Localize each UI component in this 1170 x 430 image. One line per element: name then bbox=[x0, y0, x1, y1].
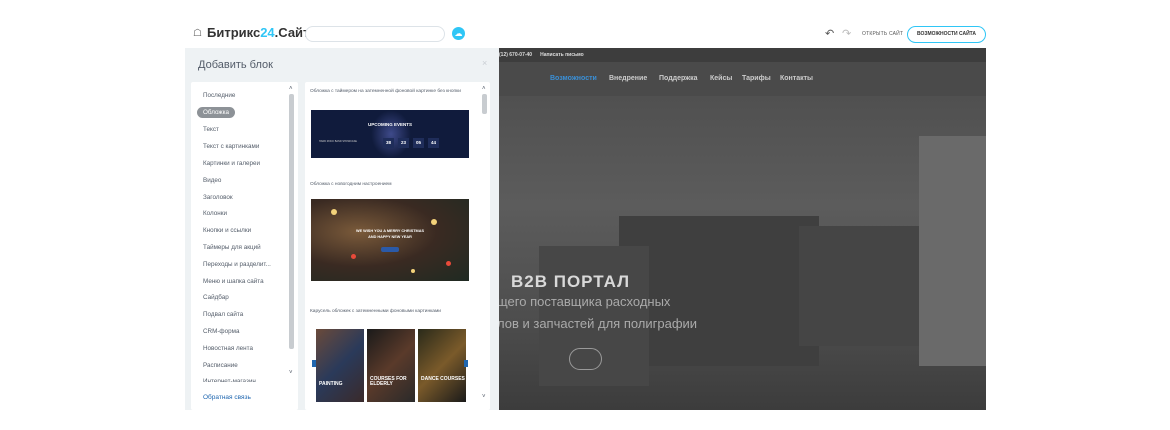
thumb-line2: AND HAPPY NEW YEAR bbox=[368, 235, 412, 239]
carousel-card-label: PAINTING bbox=[319, 381, 343, 387]
site-preview: (12) 670-07-40 Написать письмо Возможност… bbox=[499, 48, 986, 410]
preview-nav-item: Кейсы bbox=[710, 75, 733, 82]
thumb-line1: WE WISH YOU A MERRY CHRISTMAS bbox=[356, 229, 424, 233]
carousel-card-label: COURSES FOR ELDERLY bbox=[370, 376, 407, 387]
category-item[interactable]: Картинки и галереи bbox=[203, 160, 260, 167]
hero-title: B2B ПОРТАЛ bbox=[511, 272, 631, 291]
close-icon[interactable]: × bbox=[482, 58, 487, 68]
thumbnail-glow bbox=[371, 110, 411, 158]
category-item[interactable]: Заголовок bbox=[203, 194, 233, 201]
category-item[interactable]: Текст bbox=[203, 126, 219, 133]
category-item[interactable]: Таймеры для акций bbox=[203, 244, 261, 251]
category-item[interactable]: Интернет-магазин bbox=[203, 378, 256, 382]
preview-nav-item: Возможности bbox=[550, 75, 597, 82]
preview-nav-item: Тарифы bbox=[742, 75, 771, 82]
block-label: Обложка с новогодним настроением bbox=[310, 182, 392, 187]
hero-subtitle-line2: лов и запчастей для полиграфии bbox=[499, 316, 698, 331]
top-bar: ☖ Битрикс24.Сайты ☁ ↶ ↷ ОТКРЫТЬ САЙТ ВОЗ… bbox=[0, 0, 1170, 48]
search-input[interactable] bbox=[305, 26, 445, 42]
light-dot bbox=[431, 219, 437, 225]
preview-nav-item: Поддержка bbox=[659, 75, 698, 82]
category-item[interactable]: Видео bbox=[203, 177, 221, 184]
countdown-cell: 44 bbox=[428, 138, 439, 148]
light-dot bbox=[331, 209, 337, 215]
carousel-card: PAINTING bbox=[316, 329, 364, 402]
category-scrollbar[interactable] bbox=[289, 94, 294, 349]
hero-button bbox=[569, 348, 602, 370]
category-item[interactable]: Новостная лента bbox=[203, 345, 253, 352]
thumb-title: UPCOMING EVENTS bbox=[367, 122, 412, 127]
carousel-card: DANCE COURSES bbox=[418, 329, 466, 402]
light-dot bbox=[446, 261, 451, 266]
preview-nav: Возможности Внедрение Поддержка Кейсы Та… bbox=[499, 62, 986, 96]
hero-machine-image bbox=[799, 226, 939, 346]
hero-subtitle-line1: щего поставщика расходных bbox=[499, 294, 671, 309]
light-dot bbox=[351, 254, 356, 259]
scroll-up-icon[interactable]: ˄ bbox=[482, 86, 486, 92]
thumb-small-text: HARD ROCK BAND SHOWCASE bbox=[319, 140, 357, 143]
category-item[interactable]: Подвал сайта bbox=[203, 311, 243, 318]
category-item[interactable]: Переходы и разделит... bbox=[203, 261, 271, 268]
scroll-down-icon[interactable]: ˅ bbox=[289, 370, 293, 376]
category-item[interactable]: Сайдбар bbox=[203, 294, 229, 301]
redo-icon[interactable]: ↷ bbox=[842, 27, 851, 40]
category-item[interactable]: Текст с картинками bbox=[203, 143, 259, 150]
thumb-button bbox=[381, 247, 399, 252]
light-dot bbox=[411, 269, 415, 273]
block-thumbnail-carousel[interactable]: PAINTING COURSES FOR ELDERLY DANCE COURS… bbox=[311, 318, 469, 410]
feedback-link[interactable]: Обратная связь bbox=[203, 394, 251, 401]
category-item[interactable]: Колонки bbox=[203, 210, 227, 217]
category-item[interactable]: Кнопки и ссылки bbox=[203, 227, 251, 234]
category-item-active[interactable]: Обложка bbox=[197, 107, 236, 118]
home-icon[interactable]: ☖ bbox=[193, 28, 202, 39]
block-label: Карусель обложек с затемненными фоновыми… bbox=[310, 309, 441, 314]
countdown-cell: 38 bbox=[383, 138, 394, 148]
block-scrollbar[interactable] bbox=[482, 94, 487, 114]
category-item[interactable]: Расписание bbox=[203, 362, 238, 369]
modal-title: Добавить блок bbox=[198, 59, 273, 71]
preview-nav-item: Внедрение bbox=[609, 75, 648, 82]
logo[interactable]: Битрикс24.Сайты bbox=[207, 25, 321, 40]
category-list: Последние Обложка Текст Текст с картинка… bbox=[191, 82, 298, 410]
carousel-card-label: DANCE COURSES bbox=[421, 376, 465, 382]
category-item[interactable]: Меню и шапка сайта bbox=[203, 278, 264, 285]
scroll-down-icon[interactable]: ˅ bbox=[482, 394, 486, 400]
preview-hero: B2B ПОРТАЛ щего поставщика расходных лов… bbox=[499, 96, 986, 410]
carousel-card: COURSES FOR ELDERLY bbox=[367, 329, 415, 402]
site-features-button[interactable]: ВОЗМОЖНОСТИ САЙТА bbox=[907, 26, 986, 43]
countdown-cell: 05 bbox=[413, 138, 424, 148]
carousel-next-icon bbox=[464, 360, 468, 367]
preview-write-link: Написать письмо bbox=[540, 52, 584, 58]
block-label: Обложка с таймером на затемненной фоново… bbox=[310, 89, 461, 94]
cloud-icon[interactable]: ☁ bbox=[452, 27, 465, 40]
scroll-up-icon[interactable]: ˄ bbox=[289, 86, 293, 92]
block-thumbnail-timer[interactable]: UPCOMING EVENTS HARD ROCK BAND SHOWCASE … bbox=[311, 110, 469, 158]
open-site-link[interactable]: ОТКРЫТЬ САЙТ bbox=[862, 31, 903, 37]
category-item[interactable]: CRM-форма bbox=[203, 328, 239, 335]
preview-phone: (12) 670-07-40 bbox=[499, 52, 533, 58]
hero-window bbox=[919, 136, 986, 366]
logo-prefix: Битрикс bbox=[207, 25, 261, 40]
preview-contact-bar: (12) 670-07-40 Написать письмо bbox=[499, 48, 986, 62]
hero-machine-image bbox=[619, 216, 819, 366]
block-thumbnail-christmas[interactable]: WE WISH YOU A MERRY CHRISTMAS AND HAPPY … bbox=[311, 199, 469, 281]
undo-icon[interactable]: ↶ bbox=[825, 27, 834, 40]
countdown-cell: 23 bbox=[398, 138, 409, 148]
preview-nav-item: Контакты bbox=[780, 75, 814, 82]
logo-number: 24 bbox=[260, 25, 275, 40]
add-block-modal: Добавить блок × Последние Обложка Текст … bbox=[185, 48, 499, 410]
category-item[interactable]: Последние bbox=[203, 92, 235, 99]
